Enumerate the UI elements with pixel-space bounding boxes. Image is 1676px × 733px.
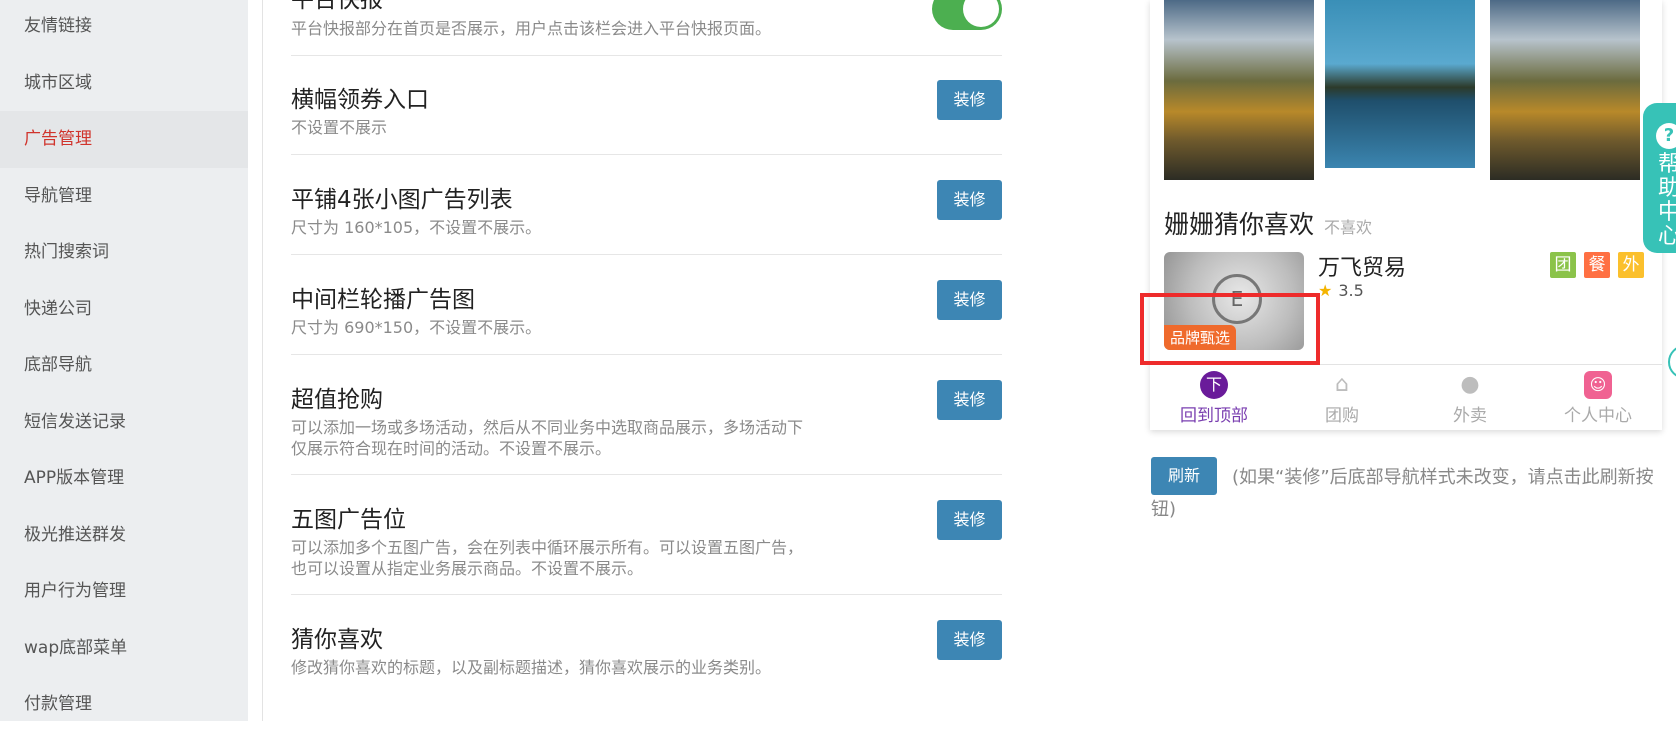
setting-title: 中间栏轮播广告图: [291, 287, 475, 313]
preview-image-mountain: [1490, 0, 1640, 180]
setting-row: 五图广告位可以添加多个五图广告，会在列表中循环展示所有。可以设置五图广告，也可以…: [291, 475, 1002, 595]
help-center-tab[interactable]: ? 帮助中心: [1643, 103, 1676, 253]
bottom-nav-label: 团购: [1325, 406, 1359, 426]
star-icon: ★: [1318, 281, 1333, 300]
decorate-button[interactable]: 装修: [937, 620, 1002, 660]
sidebar-item[interactable]: 用户行为管理: [0, 563, 248, 620]
setting-title: 平台快报: [291, 0, 383, 13]
decorate-button[interactable]: 装修: [937, 280, 1002, 320]
decorate-button[interactable]: 装修: [937, 180, 1002, 220]
sidebar-item[interactable]: 广告管理: [0, 111, 248, 168]
question-icon: ?: [1656, 123, 1676, 149]
preview-image-lake: [1325, 0, 1475, 168]
sidebar-menu: 友情链接 城市区域 广告管理 导航管理 热门搜索词 快递公司 底部导航 短信发送记录 APP版本…: [0, 0, 248, 733]
decorate-button[interactable]: 装修: [937, 80, 1002, 120]
guess-you-like-subtitle[interactable]: 不喜欢: [1324, 214, 1372, 238]
setting-row: 超值抢购可以添加一场或多场活动，然后从不同业务中选取商品展示，多场活动下仅展示符…: [291, 355, 1002, 475]
setting-title: 五图广告位: [291, 507, 406, 533]
location-pin-icon: ●: [1460, 372, 1480, 397]
refresh-note: (如果“装修”后底部导航样式未改变，请点击此刷新按钮): [1151, 467, 1654, 520]
setting-description: 尺寸为 160*105，不设置不展示。: [291, 218, 542, 237]
sidebar-item[interactable]: 热门搜索词: [0, 224, 248, 281]
shop-tag: 外: [1618, 252, 1644, 278]
sidebar-item[interactable]: 快递公司: [0, 281, 248, 338]
floating-circle-button[interactable]: [1668, 345, 1676, 379]
shop-name[interactable]: 万飞贸易: [1318, 250, 1406, 282]
bottom-nav-item[interactable]: ☺ 个人中心: [1534, 365, 1662, 426]
sidebar: 友情链接 城市区域 广告管理 导航管理 热门搜索词 快递公司 底部导航 短信发送记录 APP版本…: [0, 0, 248, 721]
setting-row: 平铺4张小图广告列表尺寸为 160*105，不设置不展示。 装修: [291, 155, 1002, 255]
bottom-nav-item[interactable]: ● 外卖: [1406, 365, 1534, 426]
shop-tag: 餐: [1584, 252, 1610, 278]
vertical-divider: [262, 0, 263, 721]
setting-title: 平铺4张小图广告列表: [291, 187, 513, 213]
user-face-icon: ☺: [1584, 371, 1612, 399]
sidebar-item[interactable]: 短信发送记录: [0, 394, 248, 451]
decorate-button[interactable]: 装修: [937, 500, 1002, 540]
sidebar-item[interactable]: 底部导航: [0, 337, 248, 394]
bottom-nav-item[interactable]: ⌂ 团购: [1278, 365, 1406, 426]
setting-title: 横幅领券入口: [291, 87, 429, 113]
bottom-nav-label: 外卖: [1453, 406, 1487, 426]
setting-row: 横幅领券入口不设置不展示 装修: [291, 55, 1002, 155]
preview-image-mountain: [1164, 0, 1314, 180]
sidebar-item[interactable]: 极光推送群发: [0, 507, 248, 564]
bottom-nav-label: 个人中心: [1564, 406, 1632, 426]
sidebar-item[interactable]: APP版本管理: [0, 450, 248, 507]
bottom-navigation: 下回到顶部 ⌂ 团购 ● 外卖 ☺ 个人中心: [1150, 364, 1662, 431]
setting-description: 可以添加多个五图广告，会在列表中循环展示所有。可以设置五图广告，也可以设置从指定…: [291, 538, 804, 578]
house-icon: ⌂: [1335, 372, 1349, 397]
mobile-preview: 姗姗猜你喜欢 不喜欢 E 品牌甄选 万飞贸易 ★ 3.5 团餐外 下回到顶部 ⌂ 团购…: [1150, 0, 1662, 430]
sidebar-item[interactable]: 导航管理: [0, 168, 248, 225]
sidebar-item[interactable]: 城市区域: [0, 55, 248, 112]
sidebar-item[interactable]: 友情链接: [0, 0, 248, 55]
refresh-button[interactable]: 刷新: [1151, 457, 1217, 495]
setting-description: 平台快报部分在首页是否展示，用户点击该栏会进入平台快报页面。: [291, 19, 772, 38]
highlight-box: [1140, 293, 1320, 365]
setting-title: 猜你喜欢: [291, 627, 383, 653]
setting-description: 尺寸为 690*150，不设置不展示。: [291, 318, 542, 337]
shop-tag: 团: [1550, 252, 1576, 278]
setting-title: 超值抢购: [291, 387, 383, 413]
setting-row: 中间栏轮播广告图尺寸为 690*150，不设置不展示。 装修: [291, 255, 1002, 355]
shop-rating: ★ 3.5: [1318, 281, 1364, 300]
setting-description: 可以添加一场或多场活动，然后从不同业务中选取商品展示，多场活动下仅展示符合现在时…: [291, 418, 804, 458]
bottom-nav-item[interactable]: 下回到顶部: [1150, 365, 1278, 426]
setting-description: 修改猜你喜欢的标题，以及副标题描述，猜你喜欢展示的业务类别。: [291, 658, 772, 677]
sidebar-item[interactable]: 付款管理: [0, 676, 248, 733]
guess-you-like-title: 姗姗猜你喜欢: [1164, 210, 1315, 239]
decorate-button[interactable]: 装修: [937, 380, 1002, 420]
setting-platform-news: 平台快报 平台快报部分在首页是否展示，用户点击该栏会进入平台快报页面。: [291, 0, 1002, 56]
arrow-top-icon: 下: [1200, 371, 1228, 399]
toggle-knob: [963, 0, 999, 27]
bottom-nav-label: 回到顶部: [1180, 406, 1248, 426]
setting-row: 猜你喜欢修改猜你喜欢的标题，以及副标题描述，猜你喜欢展示的业务类别。 装修: [291, 595, 1002, 715]
sidebar-item[interactable]: wap底部菜单: [0, 620, 248, 677]
help-center-label: 帮助中心: [1658, 152, 1676, 249]
setting-description: 不设置不展示: [291, 118, 388, 137]
platform-news-toggle[interactable]: [932, 0, 1002, 30]
rating-value: 3.5: [1338, 281, 1364, 300]
